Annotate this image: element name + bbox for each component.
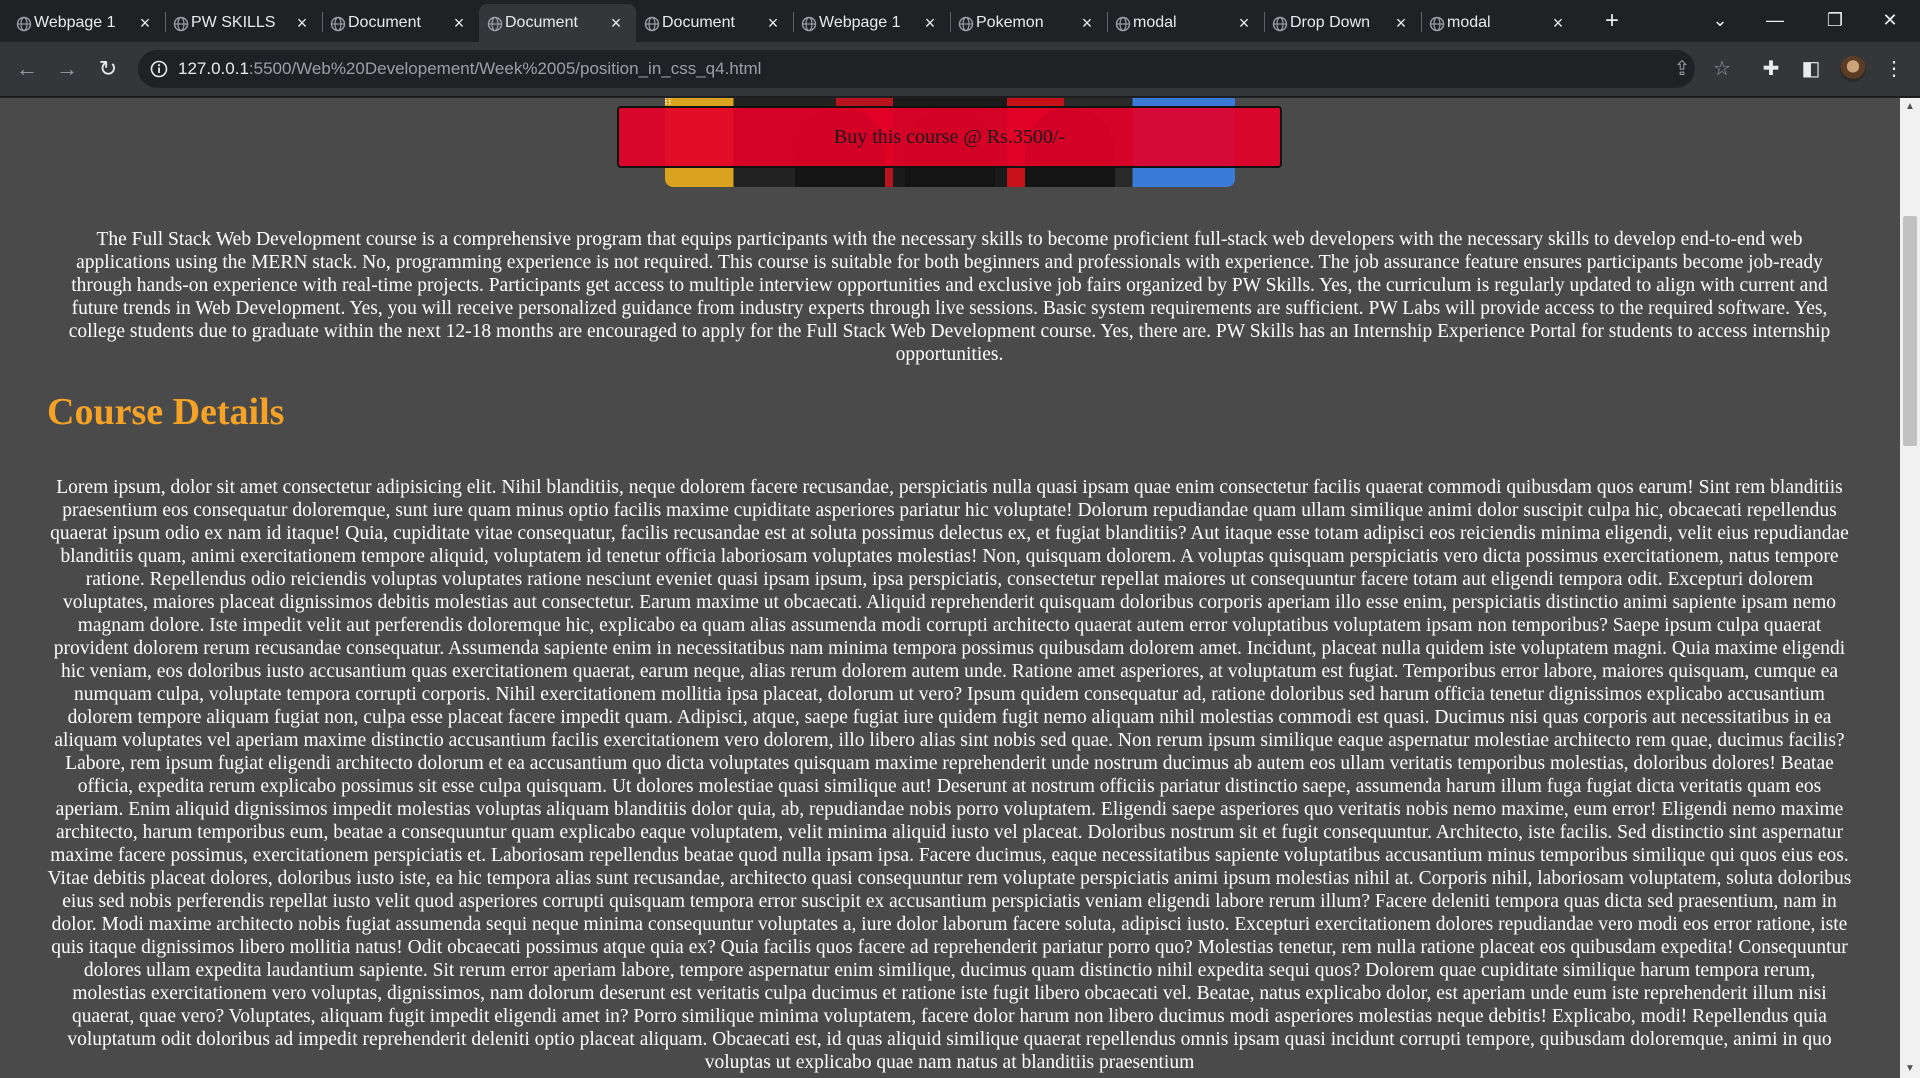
tab-title: Webpage 1	[34, 14, 116, 31]
tab-title: Document	[505, 14, 578, 31]
restore-icon[interactable]: ❐	[1805, 0, 1865, 42]
tab-title: Webpage 1	[819, 14, 901, 31]
scroll-down-arrow-icon[interactable]: ▼	[1900, 1060, 1920, 1078]
browser-tab[interactable]: PW SKILLS ×	[165, 4, 322, 42]
tab-close-icon[interactable]: ×	[451, 14, 467, 32]
scrollbar-thumb[interactable]	[1903, 216, 1917, 446]
globe-icon	[330, 16, 346, 32]
globe-icon	[487, 16, 503, 32]
browser-toolbar: ← → ↻ 127.0.0.1:5500/Web%20Developement/…	[0, 42, 1920, 97]
tab-title: Document	[348, 14, 421, 31]
url-text: 127.0.0.1:5500/Web%20Developement/Week%2…	[178, 59, 761, 79]
minimize-icon[interactable]: —	[1745, 0, 1805, 42]
tab-strip: Webpage 1 × PW SKILLS × Document × Document × Do…	[0, 0, 1920, 42]
new-tab-button[interactable]: +	[1598, 8, 1626, 36]
tab-close-icon[interactable]: ×	[137, 14, 153, 32]
browser-tab[interactable]: Webpage 1 ×	[793, 4, 950, 42]
tab-title: PW SKILLS	[191, 14, 276, 31]
url-path: :5500/Web%20Developement/Week%2005/posit…	[248, 59, 762, 78]
globe-icon	[958, 16, 974, 32]
forward-icon[interactable]: →	[52, 55, 82, 85]
page-viewport: ⁝⁝ Buy this course @ Rs.3500/- The Full …	[0, 98, 1900, 1078]
side-panel-icon[interactable]: ◧	[1797, 55, 1825, 83]
tab-close-icon[interactable]: ×	[1393, 14, 1409, 32]
tab-close-icon[interactable]: ×	[1236, 14, 1252, 32]
globe-icon	[16, 16, 32, 32]
globe-icon	[1429, 16, 1445, 32]
site-info-icon[interactable]	[150, 60, 168, 78]
bookmark-star-icon[interactable]: ☆	[1708, 55, 1736, 83]
tab-title: modal	[1447, 14, 1491, 31]
tab-close-icon[interactable]: ×	[765, 14, 781, 32]
browser-tab[interactable]: Document ×	[636, 4, 793, 42]
tab-close-icon[interactable]: ×	[1550, 14, 1566, 32]
extensions-icon[interactable]: ✚	[1757, 55, 1785, 83]
menu-icon[interactable]: ⋮	[1880, 55, 1908, 83]
browser-tab[interactable]: Document ×	[479, 4, 636, 42]
tab-close-icon[interactable]: ×	[922, 14, 938, 32]
reload-icon[interactable]: ↻	[93, 55, 123, 85]
globe-icon	[644, 16, 660, 32]
tab-title: modal	[1133, 14, 1177, 31]
tab-close-icon[interactable]: ×	[1079, 14, 1095, 32]
globe-icon	[173, 16, 189, 32]
course-details-paragraph: Lorem ipsum, dolor sit amet consectetur …	[47, 477, 1852, 1073]
buy-course-button[interactable]: Buy this course @ Rs.3500/-	[617, 106, 1282, 168]
page-scrollbar[interactable]: ▲ ▼	[1900, 98, 1920, 1078]
share-icon[interactable]: ⇪	[1668, 55, 1696, 83]
globe-icon	[801, 16, 817, 32]
globe-icon	[1272, 16, 1288, 32]
globe-icon	[1115, 16, 1131, 32]
tab-title: Document	[662, 14, 735, 31]
course-details-heading: Course Details	[47, 391, 285, 433]
tab-search-icon[interactable]: ⌄	[1690, 0, 1750, 42]
browser-tab[interactable]: Document ×	[322, 4, 479, 42]
browser-tab[interactable]: Pokemon ×	[950, 4, 1107, 42]
browser-tab[interactable]: Webpage 1 ×	[8, 4, 165, 42]
tab-close-icon[interactable]: ×	[294, 14, 310, 32]
tab-title: Drop Down	[1290, 14, 1371, 31]
course-intro-paragraph: The Full Stack Web Development course is…	[68, 229, 1831, 365]
close-window-icon[interactable]: ✕	[1860, 0, 1920, 42]
tab-close-icon[interactable]: ×	[608, 14, 624, 32]
scroll-up-arrow-icon[interactable]: ▲	[1900, 98, 1920, 116]
profile-avatar[interactable]	[1840, 56, 1866, 82]
back-icon[interactable]: ←	[12, 55, 42, 85]
browser-tab[interactable]: modal ×	[1107, 4, 1264, 42]
browser-tab[interactable]: modal ×	[1421, 4, 1578, 42]
address-bar[interactable]: 127.0.0.1:5500/Web%20Developement/Week%2…	[138, 50, 1695, 88]
browser-tab[interactable]: Drop Down ×	[1264, 4, 1421, 42]
tab-title: Pokemon	[976, 14, 1044, 31]
url-host: 127.0.0.1	[178, 59, 249, 78]
